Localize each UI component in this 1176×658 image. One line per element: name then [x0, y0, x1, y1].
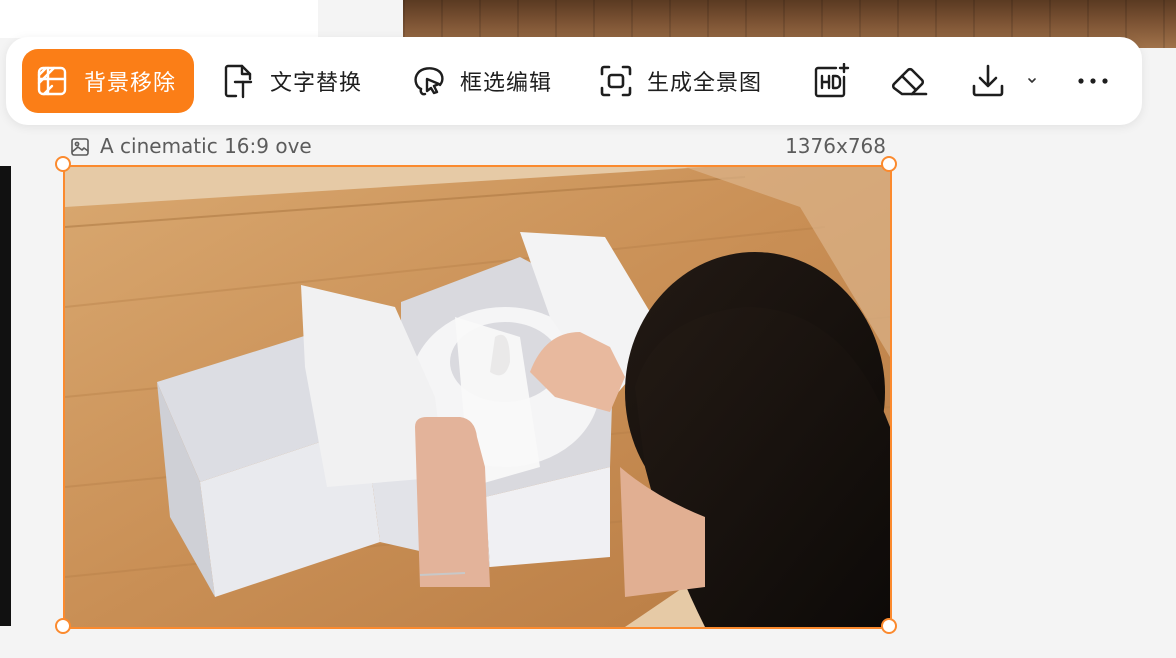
- text-replace-icon: [222, 63, 256, 99]
- more-icon: [1076, 76, 1110, 86]
- canvas-neighbor-image-white: [0, 0, 318, 38]
- resize-handle-bottom-left[interactable]: [55, 618, 71, 634]
- panorama-label: 生成全景图: [647, 71, 763, 96]
- image-meta-row: A cinematic 16:9 ove 1376x768: [70, 134, 888, 160]
- eraser-button[interactable]: [890, 49, 928, 113]
- lasso-edit-icon: [412, 64, 446, 98]
- download-options-dropdown[interactable]: [1024, 49, 1040, 113]
- text-replace-button[interactable]: 文字替换: [222, 49, 362, 113]
- download-button[interactable]: [970, 49, 1006, 113]
- lasso-edit-label: 框选编辑: [460, 71, 553, 96]
- canvas-neighbor-image-dark: [0, 166, 11, 626]
- text-replace-label: 文字替换: [270, 71, 363, 96]
- chevron-down-icon: [1024, 75, 1040, 87]
- background-remove-button[interactable]: 背景移除: [22, 49, 194, 113]
- download-icon: [970, 63, 1006, 99]
- image-dimensions: 1376x768: [785, 134, 886, 158]
- resize-handle-bottom-right[interactable]: [881, 618, 897, 634]
- panorama-button[interactable]: 生成全景图: [599, 49, 762, 113]
- selected-image[interactable]: [63, 165, 892, 629]
- image-edit-toolbar: 背景移除 文字替换 框选编辑 生成全景图: [6, 37, 1142, 125]
- lasso-edit-button[interactable]: 框选编辑: [412, 49, 552, 113]
- resize-handle-top-right[interactable]: [881, 156, 897, 172]
- image-icon: [70, 137, 90, 162]
- resize-handle-top-left[interactable]: [55, 156, 71, 172]
- eraser-icon: [890, 64, 928, 98]
- image-title: A cinematic 16:9 ove: [100, 134, 312, 158]
- hd-upscale-button[interactable]: [812, 49, 850, 113]
- background-remove-label: 背景移除: [84, 71, 177, 96]
- image-content: [65, 167, 890, 627]
- panorama-icon: [599, 64, 633, 98]
- hd-upscale-icon: [812, 63, 850, 99]
- background-remove-icon: [36, 65, 68, 97]
- more-options-button[interactable]: [1076, 49, 1110, 113]
